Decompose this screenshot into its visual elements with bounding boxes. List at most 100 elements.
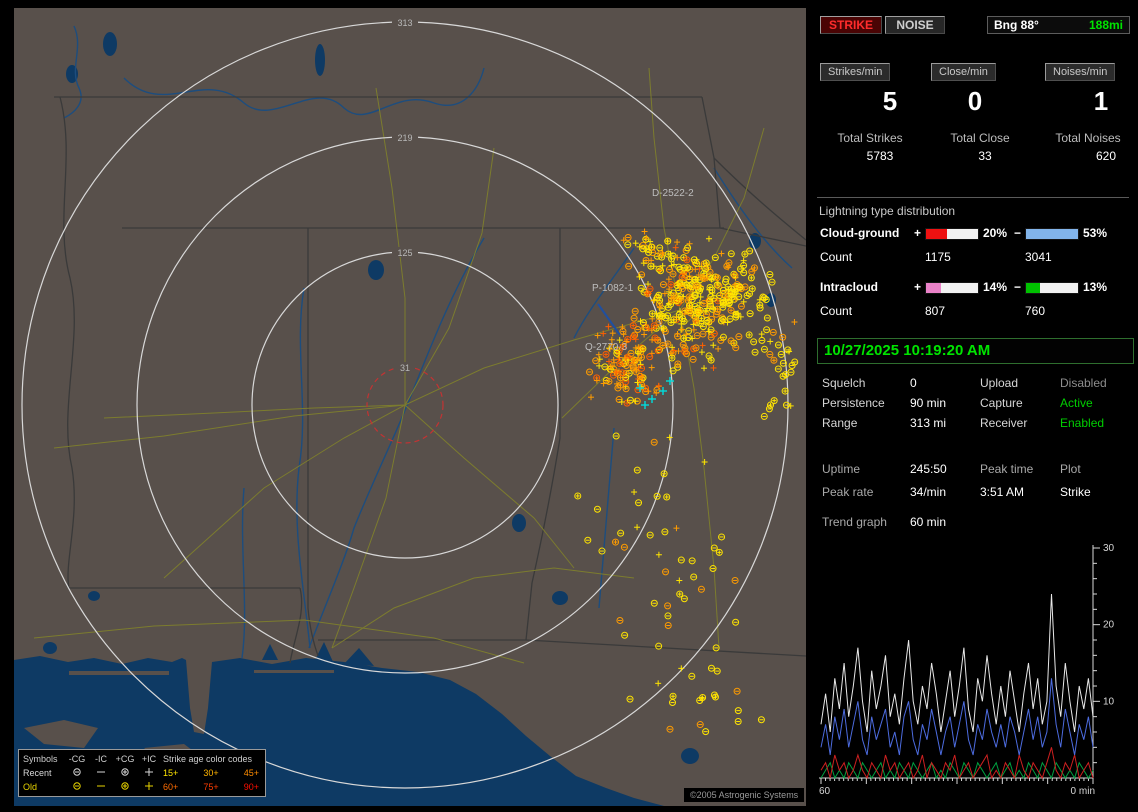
strike-button[interactable]: STRIKE [820,16,882,34]
cg-plus-bar [925,228,979,240]
control-panel: STRIKE NOISE Bng 88° 188mi Strikes/min C… [815,8,1134,806]
peak-time-value: 3:51 AM [980,485,1025,499]
ic-plus-bar-fill [926,283,941,293]
legend-recent-label: Recent [23,768,52,778]
legend-row-recent: Recent 15+ 30+ 45+ [23,766,261,780]
range-value: 313 mi [910,416,947,430]
plot-label: Plot [1060,462,1081,476]
cg-minus-bar [1025,228,1079,240]
circle-minus-icon [65,767,89,779]
trend-graph-label: Trend graph [822,515,887,529]
cg-minus-percent: 53% [1083,226,1108,240]
trend-graph-value: 60 min [910,515,947,529]
ic-plus-percent: 14% [983,280,1008,294]
cg-count-label: Count [820,250,853,264]
svg-text:Q-2770-3: Q-2770-3 [585,342,628,353]
datetime-display: 10/27/2025 10:19:20 AM [817,338,1134,364]
distance-value: 188mi [1088,18,1123,32]
total-close-value: 33 [978,149,992,163]
legend-header-ncg: -CG [68,754,86,764]
plus-icon [137,781,161,793]
svg-text:20: 20 [1103,620,1115,631]
plus-sign: + [914,280,922,294]
peak-rate-value: 34/min [910,485,947,499]
ic-minus-count: 760 [1025,304,1046,318]
uptime-label: Uptime [822,462,861,476]
total-strikes-label: Total Strikes [837,131,903,145]
age-code: 75+ [203,782,219,792]
age-code: 90+ [243,782,259,792]
noises-per-min-label: Noises/min [1045,63,1116,81]
ring-label-313: 313 [397,18,412,28]
ic-plus-count: 807 [925,304,946,318]
ic-plus-bar [925,282,979,294]
noises-per-min-value: 1 [1093,86,1109,116]
svg-text:30: 30 [1103,543,1115,554]
distribution-title: Lightning type distribution [819,204,956,218]
svg-text:10: 10 [1103,696,1115,707]
ring-label-219: 219 [397,133,412,143]
age-code: 30+ [203,768,219,778]
legend-row-old: Old 60+ 75+ 90+ [23,780,261,794]
ring-label-31: 31 [400,363,410,373]
receiver-status: Enabled [1060,416,1105,430]
svg-text:0 min: 0 min [1071,786,1095,797]
cg-minus-count: 3041 [1025,250,1052,264]
svg-text:60: 60 [819,786,831,797]
total-close-label: Total Close [950,131,1010,145]
receiver-label: Receiver [980,416,1028,430]
plot-value: Strike [1060,485,1091,499]
minus-icon [89,767,113,779]
total-strikes-value: 5783 [866,149,894,163]
persistence-value: 90 min [910,396,947,410]
plus-sign: + [914,226,922,240]
section-divider [817,197,1129,198]
persistence-label: Persistence [822,396,885,410]
squelch-value: 0 [910,376,917,390]
svg-text:D-2522-2: D-2522-2 [652,188,694,199]
copyright-text: ©2005 Astrogenic Systems [684,788,805,802]
noise-button[interactable]: NOISE [885,16,945,34]
intracloud-label: Intracloud [820,280,879,294]
minus-icon [89,781,113,793]
circle-plus-icon [113,767,137,779]
peak-rate-label: Peak rate [822,485,874,499]
legend-ages-recent: 15+ 30+ 45+ [161,768,261,778]
map-panel[interactable]: 313 219 125 31 D-2522-2 P-1082-1 Q-2770-3 … [14,8,807,806]
svg-text:P-1082-1: P-1082-1 [592,283,634,294]
legend-header-nic: -IC [95,754,107,764]
plus-icon [137,767,161,779]
total-noises-label: Total Noises [1055,131,1121,145]
strikes-per-min-label: Strikes/min [820,63,891,81]
age-code: 45+ [243,768,259,778]
range-label: Range [822,416,858,430]
datetime-value: 10/27/2025 10:19:20 AM [824,342,991,359]
cg-plus-count: 1175 [925,250,951,264]
capture-label: Capture [980,396,1023,410]
legend-symbols-header: Symbols [23,754,58,764]
legend-ages-old: 60+ 75+ 90+ [161,782,261,792]
minus-sign: − [1014,226,1022,240]
peak-time-label: Peak time [980,462,1034,476]
legend-header-row: Symbols -CG -IC +CG +IC Strike age color… [23,752,261,766]
minus-sign: − [1014,280,1022,294]
bearing-display: Bng 88° 188mi [987,16,1130,34]
legend-header-pic: +IC [141,754,157,764]
age-code: 60+ [163,782,179,792]
ic-minus-bar [1025,282,1079,294]
legend-header-pcg: +CG [115,754,135,764]
cg-minus-bar-fill [1026,229,1078,239]
squelch-label: Squelch [822,376,866,390]
close-per-min-label: Close/min [931,63,996,81]
circle-minus-icon [65,781,89,793]
age-code: 15+ [163,768,179,778]
uptime-value: 245:50 [910,462,947,476]
lightning-map[interactable]: 313 219 125 31 D-2522-2 P-1082-1 Q-2770-3 [14,8,807,806]
total-noises-value: 620 [1095,149,1117,163]
cg-plus-percent: 20% [983,226,1008,240]
ring-label-125: 125 [397,248,412,258]
upload-label: Upload [980,376,1019,390]
strike-legend: Symbols -CG -IC +CG +IC Strike age color… [18,749,266,797]
capture-status: Active [1060,396,1093,410]
cg-plus-bar-fill [926,229,947,239]
